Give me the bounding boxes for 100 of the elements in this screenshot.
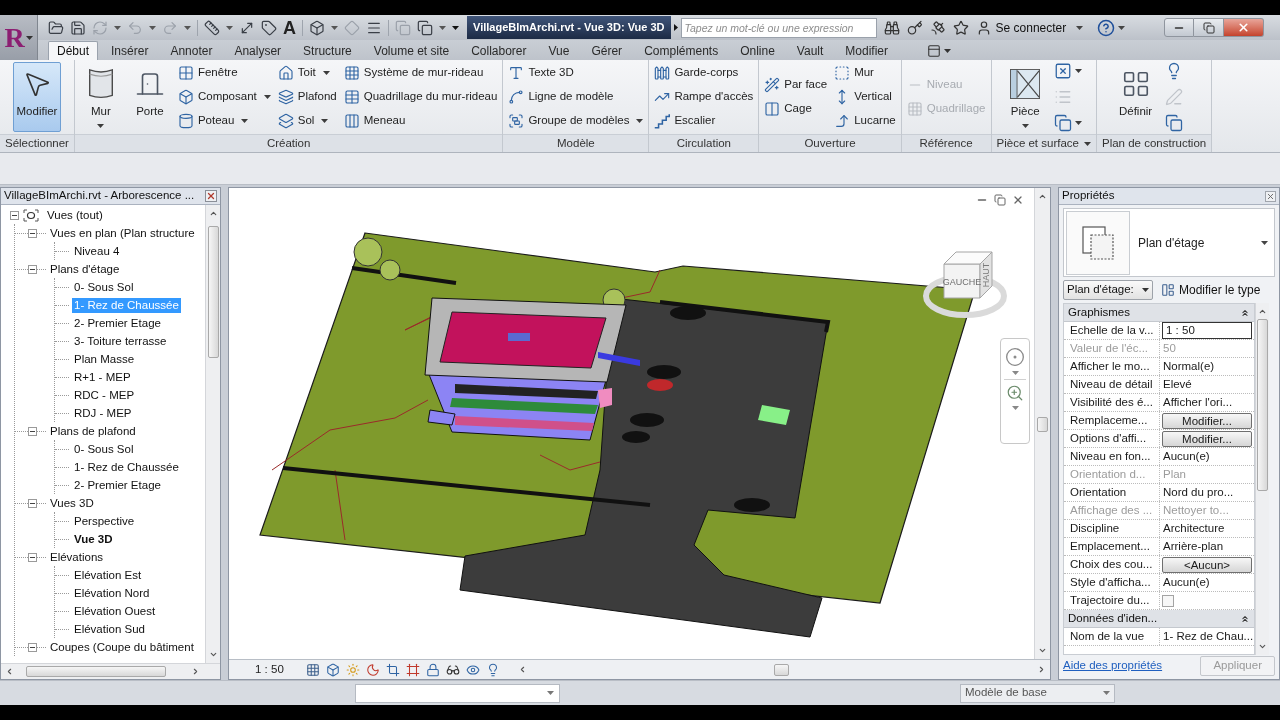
ribbon-large-button[interactable]: Pièce	[1003, 62, 1048, 132]
ribbon-button[interactable]: Par face	[763, 74, 829, 96]
restore-icon[interactable]	[994, 194, 1006, 206]
two-layers-icon[interactable]	[277, 113, 294, 129]
caret-icon[interactable]	[149, 25, 156, 30]
ribbon-tab[interactable]: Insérer	[102, 41, 158, 60]
tree-item[interactable]: 0- Sous Sol	[72, 279, 136, 295]
ruler-icon[interactable]	[204, 19, 220, 36]
scroll-thumb[interactable]	[1257, 319, 1268, 491]
caret-icon[interactable]	[226, 25, 233, 30]
tree-item[interactable]: 2- Premier Etage	[72, 315, 163, 331]
ribbon-tab[interactable]: Analyser	[225, 41, 291, 60]
vertical-scrollbar[interactable]	[205, 205, 220, 663]
scroll-thumb[interactable]	[774, 663, 790, 676]
tree-item[interactable]: 1- Rez de Chaussée	[72, 459, 181, 475]
ribbon-button[interactable]: Rampe d'accès	[653, 86, 755, 108]
ribbon-button[interactable]: Quadrillage du mur-rideau	[342, 86, 499, 108]
sign-in-button[interactable]: Se connecter	[995, 18, 1084, 37]
ribbon-button[interactable]: Meneau	[342, 110, 499, 132]
tree-item[interactable]: 3- Toiture terrasse	[72, 333, 169, 349]
tree-item[interactable]: Vues 3D	[48, 495, 96, 511]
house-icon[interactable]	[277, 65, 294, 81]
stacked-squares-icon[interactable]	[1164, 114, 1183, 132]
scroll-left-icon[interactable]	[5, 667, 14, 676]
property-button[interactable]: <Aucun>	[1162, 556, 1252, 573]
restore-button[interactable]	[1194, 18, 1224, 37]
tree-item[interactable]: Perspective	[72, 513, 137, 529]
minimize-button[interactable]	[1164, 18, 1194, 37]
cube-icon[interactable]	[325, 662, 340, 677]
stairs-icon[interactable]	[654, 113, 671, 129]
ribbon-button[interactable]: Ligne de modèle	[507, 86, 645, 108]
workset-dropdown[interactable]: Modèle de base	[960, 683, 1115, 703]
close-icon[interactable]	[1012, 194, 1024, 206]
folder-open-icon[interactable]	[48, 19, 64, 36]
caret-icon[interactable]	[439, 25, 446, 30]
circle-dot-icon[interactable]	[1005, 347, 1025, 367]
property-group-header[interactable]: Données d'iden...	[1064, 610, 1254, 628]
close-icon[interactable]	[205, 190, 217, 202]
scroll-right-icon[interactable]	[191, 667, 200, 676]
edit-type-button[interactable]: Modifier le type	[1159, 280, 1263, 300]
property-checkbox[interactable]	[1162, 594, 1174, 607]
scroll-up-icon[interactable]	[208, 209, 218, 218]
ribbon-button[interactable]: Toit	[276, 62, 338, 84]
caret-icon[interactable]	[331, 25, 338, 30]
tree-item[interactable]: Plans d'étage	[48, 261, 122, 277]
frame-icon[interactable]	[405, 662, 420, 677]
collapse-icon[interactable]	[1240, 307, 1250, 318]
corner-arrow-icon[interactable]	[834, 113, 851, 129]
scroll-up-icon[interactable]	[1258, 307, 1267, 316]
close-button[interactable]	[1224, 18, 1264, 37]
columns-icon[interactable]	[343, 113, 360, 129]
ribbon-large-button[interactable]: Mur	[78, 62, 123, 132]
ribbon-button[interactable]: Mur	[833, 62, 897, 84]
stacked-windows-icon[interactable]	[417, 19, 433, 36]
cube-icon[interactable]	[309, 19, 325, 36]
split-square-icon[interactable]	[764, 101, 781, 117]
tree-item[interactable]: Elévation Ouest	[72, 603, 158, 619]
tree-item[interactable]: R+1 - MEP	[72, 369, 133, 385]
ribbon-button[interactable]: Garde-corps	[653, 62, 755, 84]
zoom-icon[interactable]	[1006, 384, 1024, 402]
ribbon-button[interactable]: Plafond	[276, 86, 338, 108]
ribbon-button[interactable]: Cage	[763, 98, 829, 120]
ribbon-tab[interactable]: Volume et site	[364, 41, 459, 60]
star-icon[interactable]	[952, 19, 969, 36]
ribbon-tab[interactable]: Annoter	[161, 41, 222, 60]
window-grid-icon[interactable]	[177, 65, 194, 81]
scroll-thumb[interactable]	[1037, 417, 1048, 432]
box-icon[interactable]	[177, 89, 194, 105]
property-button[interactable]: Modifier...	[1162, 430, 1252, 447]
collapse-toggle-icon[interactable]	[28, 552, 37, 562]
moon-icon[interactable]	[365, 662, 380, 677]
ribbon-button[interactable]: Texte 3D	[507, 62, 645, 84]
right-arrow-icon[interactable]	[673, 24, 678, 31]
tree-item[interactable]: Elévation Est	[72, 567, 144, 583]
tree-item[interactable]: Elévation Sud	[72, 621, 147, 637]
panel-icon[interactable]	[927, 43, 941, 58]
ribbon-tab[interactable]: Structure	[294, 41, 361, 60]
collapse-toggle-icon[interactable]	[28, 498, 37, 508]
caret-icon[interactable]	[944, 48, 951, 53]
collapse-toggle-icon[interactable]	[28, 228, 37, 238]
type-selector[interactable]: Plan d'étage	[1063, 208, 1275, 277]
tree-item[interactable]: Niveau 4	[72, 243, 122, 259]
tree-item[interactable]: Vue 3D	[72, 531, 115, 547]
property-button[interactable]: Modifier...	[1162, 412, 1252, 429]
ribbon-tab[interactable]: Gérer	[582, 41, 632, 60]
caret-icon[interactable]	[184, 25, 191, 30]
ribbon-tab[interactable]: Vue	[539, 41, 579, 60]
tree-item[interactable]: Plan Masse	[72, 351, 137, 367]
collapse-icon[interactable]	[1240, 613, 1250, 624]
vertical-scrollbar[interactable]	[1255, 303, 1269, 655]
caret-icon[interactable]	[1011, 371, 1019, 375]
type-filter-dropdown[interactable]: Plan d'étage:	[1063, 280, 1153, 300]
close-icon[interactable]	[1265, 190, 1276, 202]
tree-item[interactable]: Elévations	[48, 549, 106, 565]
table-icon[interactable]	[343, 89, 360, 105]
collapse-toggle-icon[interactable]	[10, 210, 19, 220]
ribbon-tab[interactable]: Modifier	[836, 41, 897, 60]
ribbon-large-button[interactable]: Porte	[127, 62, 172, 132]
ribbon-tab[interactable]: Vault	[787, 41, 833, 60]
help-link[interactable]: Aide des propriétés	[1063, 657, 1163, 675]
